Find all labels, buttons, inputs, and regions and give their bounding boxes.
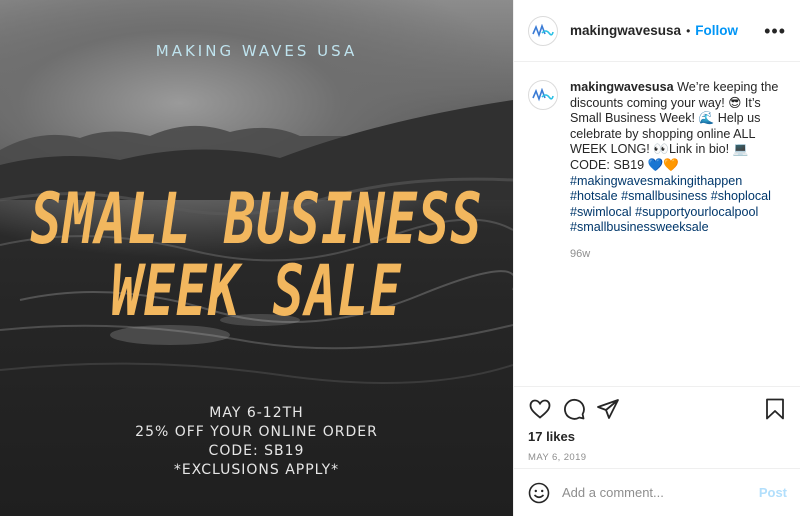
hashtag-link[interactable]: #hotsale [570,189,618,203]
post-actions: 17 likes MAY 6, 2019 [514,386,800,468]
post-sidebar: makingwavesusa • Follow ••• makingwavesu… [513,0,800,516]
hashtag-link[interactable]: #smallbusiness [621,189,707,203]
avatar[interactable] [528,15,558,46]
hashtag-link[interactable]: #makingwavesmakingithappen [570,174,742,188]
heart-icon[interactable] [528,397,552,421]
post-image[interactable]: MAKING WAVES USA SMALL BUSINESS WEEK SAL… [0,0,513,516]
header-separator: • [686,23,691,38]
brand-logo-icon [532,23,554,37]
image-headline-line1: SMALL BUSINESS [30,179,483,261]
caption-body: makingwavesusa We’re keeping the discoun… [570,80,785,385]
image-details-line: 25% OFF YOUR ONLINE ORDER [135,424,378,440]
caption-username[interactable]: makingwavesusa [570,80,674,94]
comment-input[interactable] [562,485,742,500]
image-details: MAY 6-12TH 25% OFF YOUR ONLINE ORDER COD… [0,404,513,480]
image-details-line: CODE: SB19 [208,443,305,459]
image-details-line: MAY 6-12TH [209,405,304,421]
hashtag-link[interactable]: #smallbusinessweeksale [570,220,709,234]
post-date[interactable]: MAY 6, 2019 [514,444,800,463]
comment-box: Post [514,468,800,516]
follow-button[interactable]: Follow [695,23,738,38]
caption-time[interactable]: 96w [570,248,785,260]
avatar[interactable] [528,80,558,110]
hashtag-link[interactable]: #supportyourlocalpool [635,205,758,219]
smiley-icon[interactable] [528,482,550,504]
hashtag-link[interactable]: #shoplocal [711,189,771,203]
post-comment-button[interactable]: Post [759,485,787,500]
hashtag-link[interactable]: #swimlocal [570,205,632,219]
action-row [514,387,800,421]
image-details-line: *EXCLUSIONS APPLY* [173,462,340,478]
more-horizontal-icon[interactable]: ••• [764,22,786,40]
brand-logo-icon [532,88,554,102]
comment-icon[interactable] [562,397,586,421]
caption-text: makingwavesusa We’re keeping the discoun… [570,80,785,236]
bookmark-icon[interactable] [763,397,787,421]
likes-count[interactable]: 17 likes [514,421,800,444]
post-header: makingwavesusa • Follow ••• [514,0,800,62]
image-headline-line2: WEEK SALE [111,251,402,333]
caption-area: makingwavesusa We’re keeping the discoun… [514,62,800,385]
header-username[interactable]: makingwavesusa [570,23,681,38]
paper-plane-icon[interactable] [596,397,620,421]
image-brand-text: MAKING WAVES USA [155,42,358,60]
